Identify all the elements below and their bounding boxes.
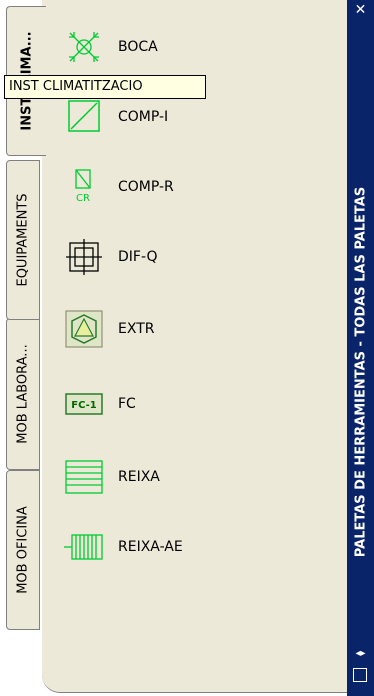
fc-icon: FC-1 bbox=[62, 382, 106, 426]
extr-icon bbox=[62, 307, 106, 351]
tool-comp-i[interactable]: COMP-I bbox=[62, 95, 312, 139]
comp-r-icon: CR bbox=[62, 165, 106, 209]
fc-icon-text: FC-1 bbox=[71, 400, 97, 411]
tool-dif-q[interactable]: DIF-Q bbox=[62, 235, 312, 279]
tool-label: EXTR bbox=[118, 321, 155, 337]
reixa-icon bbox=[62, 455, 106, 499]
tool-boca[interactable]: BOCA bbox=[62, 25, 312, 69]
tool-reixa[interactable]: REIXA bbox=[62, 455, 312, 499]
tool-reixa-ae[interactable]: REIXA-AE bbox=[62, 525, 312, 569]
tool-label: COMP-I bbox=[118, 109, 169, 125]
tool-label: BOCA bbox=[118, 39, 158, 55]
tab-tooltip: INST CLIMATITZACIO bbox=[4, 75, 206, 99]
tab-equipaments[interactable]: EQUIPAMENTS bbox=[6, 160, 40, 320]
tool-label: COMP-R bbox=[118, 179, 174, 195]
tool-label: FC bbox=[118, 396, 136, 412]
palette-title: PALETAS DE HERRAMIENTAS - TODAS LAS PALE… bbox=[353, 186, 368, 558]
tool-comp-r[interactable]: CR COMP-R bbox=[62, 165, 312, 209]
palette-titlebar[interactable]: ✕ PALETAS DE HERRAMIENTAS - TODAS LAS PA… bbox=[347, 0, 374, 696]
tab-label: MOB LABORA... bbox=[15, 344, 31, 444]
tool-fc[interactable]: FC-1 FC bbox=[62, 382, 312, 426]
tab-label: MOB OFICINA bbox=[15, 506, 31, 594]
close-icon[interactable]: ✕ bbox=[347, 2, 374, 18]
properties-icon[interactable] bbox=[353, 668, 367, 682]
boca-icon bbox=[62, 25, 106, 69]
tool-extr[interactable]: EXTR bbox=[62, 307, 312, 351]
reixa-ae-icon bbox=[62, 525, 106, 569]
tab-mob-labora[interactable]: MOB LABORA... bbox=[6, 318, 40, 470]
auto-hide-icon[interactable]: ◂▸ bbox=[347, 648, 374, 659]
tool-label: REIXA bbox=[118, 469, 160, 485]
dif-q-icon bbox=[62, 235, 106, 279]
comp-i-icon bbox=[62, 95, 106, 139]
tab-mob-oficina[interactable]: MOB OFICINA bbox=[6, 470, 40, 630]
tool-label: REIXA-AE bbox=[118, 539, 183, 555]
tab-label: EQUIPAMENTS bbox=[15, 193, 31, 287]
comp-r-icon-text: CR bbox=[76, 193, 90, 204]
tool-label: DIF-Q bbox=[118, 249, 158, 265]
